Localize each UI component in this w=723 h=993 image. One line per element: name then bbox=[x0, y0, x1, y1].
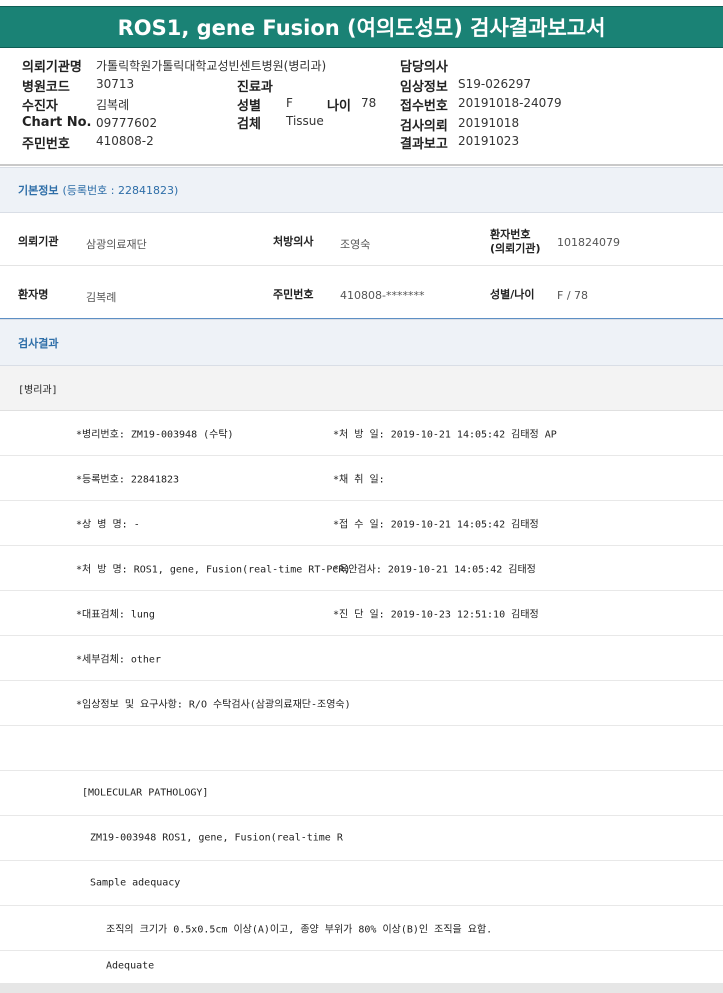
result-row: *상 병 명: - *접 수 일: 2019-10-21 14:05:42 김태… bbox=[0, 501, 723, 546]
chart-no-value: 09777602 bbox=[96, 116, 158, 130]
specimen-value: Tissue bbox=[286, 114, 324, 128]
id-label: 주민번호 bbox=[22, 137, 70, 152]
result-left: *대표검체: lung bbox=[76, 609, 155, 621]
blank-row bbox=[0, 726, 723, 771]
req-date-label: 검사의뢰 bbox=[400, 119, 448, 134]
patient-name-value: 김복례 bbox=[86, 291, 117, 304]
basic-info-row-2: 환자명 김복례 주민번호 410808-******* 성별/나이 F / 78 bbox=[0, 266, 723, 318]
mol-line: ZM19-003948 ROS1, gene, Fusion(real-time… bbox=[90, 832, 343, 844]
req-inst-label: 의뢰기관 bbox=[18, 235, 59, 248]
result-right: *접 수 일: 2019-10-21 14:05:42 김태정 bbox=[333, 519, 539, 531]
prescriber-label: 처방의사 bbox=[273, 235, 314, 248]
resident-id-value: 410808-******* bbox=[340, 289, 425, 302]
adequacy-note: 조직의 크기가 0.5x0.5cm 이상(A)이고, 종양 부위가 80% 이상… bbox=[106, 924, 493, 936]
result-right: *처 방 일: 2019-10-21 14:05:42 김태정 AP bbox=[333, 429, 557, 441]
req-inst-value: 삼광의료재단 bbox=[86, 238, 147, 251]
chart-no-label: Chart No. bbox=[22, 115, 92, 130]
header-divider bbox=[0, 164, 723, 166]
results-header: 검사결과 bbox=[0, 319, 723, 366]
registration-number: (등록번호 : 22841823) bbox=[62, 184, 179, 197]
recv-no-value: 20191018-24079 bbox=[458, 96, 562, 110]
report-title: ROS1, gene Fusion (여의도성모) 검사결과보고서 bbox=[0, 6, 723, 48]
mol-line-row: ZM19-003948 ROS1, gene, Fusion(real-time… bbox=[0, 816, 723, 861]
results-dept: [병리과] bbox=[18, 384, 58, 396]
recv-no-label: 접수번호 bbox=[400, 99, 448, 114]
adequacy-label-row: Sample adequacy bbox=[0, 861, 723, 906]
adequacy-label: Sample adequacy bbox=[90, 877, 181, 889]
result-right: *채 취 일: bbox=[333, 474, 385, 486]
clin-info-label: 임상정보 bbox=[400, 80, 448, 95]
age-label: 나이 bbox=[327, 99, 351, 114]
result-right: *육안검사: 2019-10-21 14:05:42 김태정 bbox=[333, 564, 536, 576]
result-row: *처 방 명: ROS1, gene, Fusion(real-time RT-… bbox=[0, 546, 723, 591]
result-right: *진 단 일: 2019-10-23 12:51:10 김태정 bbox=[333, 609, 539, 621]
req-date-value: 20191018 bbox=[458, 116, 520, 130]
patient-name-label: 환자명 bbox=[18, 288, 49, 301]
result-row: *등록번호: 22841823 *채 취 일: bbox=[0, 456, 723, 501]
adequacy-note-row: 조직의 크기가 0.5x0.5cm 이상(A)이고, 종양 부위가 80% 이상… bbox=[0, 906, 723, 951]
result-row: *병리번호: ZM19-003948 (수탁) *처 방 일: 2019-10-… bbox=[0, 411, 723, 456]
result-left: *세부검체: other bbox=[76, 654, 161, 666]
patient-label: 수진자 bbox=[22, 99, 58, 114]
results-title: 검사결과 bbox=[18, 336, 59, 350]
result-left: *처 방 명: ROS1, gene, Fusion(real-time RT-… bbox=[76, 564, 351, 576]
req-inst-value: 가톨릭학원가톨릭대학교성빈센트병원(병리과) bbox=[96, 59, 327, 73]
report-header: 의뢰기관명 가톨릭학원가톨릭대학교성빈센트병원(병리과) 담당의사 병원코드 3… bbox=[0, 52, 723, 162]
basic-info-row-1: 의뢰기관 삼광의료재단 처방의사 조영숙 환자번호 (의뢰기관) 1018240… bbox=[0, 214, 723, 266]
id-value: 410808-2 bbox=[96, 134, 154, 148]
patient-no-value: 101824079 bbox=[557, 236, 620, 249]
result-left: *병리번호: ZM19-003948 (수탁) bbox=[76, 429, 234, 441]
prescriber-value: 조영숙 bbox=[340, 238, 371, 251]
patient-value: 김복례 bbox=[96, 98, 130, 112]
age-value: 78 bbox=[361, 96, 377, 110]
sex-age-label: 성별/나이 bbox=[490, 288, 535, 301]
hosp-code-label: 병원코드 bbox=[22, 80, 70, 95]
sex-value: F bbox=[286, 96, 293, 110]
result-left: *등록번호: 22841823 bbox=[76, 474, 180, 486]
doctor-label: 담당의사 bbox=[400, 60, 448, 75]
basic-info-header: 기본정보 (등록번호 : 22841823) bbox=[0, 167, 723, 213]
result-row: *임상정보 및 요구사항: R/O 수탁검사(삼광의료재단-조영숙) bbox=[0, 681, 723, 726]
resident-id-label: 주민번호 bbox=[273, 288, 314, 301]
mol-heading-row: [MOLECULAR PATHOLOGY] bbox=[0, 771, 723, 816]
horizontal-scrollbar[interactable] bbox=[0, 983, 723, 993]
patient-no-label-line2: (의뢰기관) bbox=[490, 242, 541, 255]
results-dept-row: [병리과] bbox=[0, 366, 723, 411]
hosp-code-value: 30713 bbox=[96, 77, 135, 91]
patient-no-label: 환자번호 (의뢰기관) bbox=[490, 228, 541, 256]
mol-heading: [MOLECULAR PATHOLOGY] bbox=[82, 787, 209, 799]
sex-age-value: F / 78 bbox=[557, 289, 589, 302]
basic-info-title: 기본정보 bbox=[18, 184, 59, 197]
adequacy-value: Adequate bbox=[106, 960, 155, 972]
clin-info-value: S19-026297 bbox=[458, 77, 532, 91]
specimen-label: 검체 bbox=[237, 117, 261, 132]
result-row: *세부검체: other bbox=[0, 636, 723, 681]
report-date-label: 결과보고 bbox=[400, 137, 448, 152]
adequacy-value-row: Adequate bbox=[0, 949, 723, 983]
patient-no-label-line1: 환자번호 bbox=[490, 228, 531, 241]
dept-label: 진료과 bbox=[237, 80, 273, 95]
result-left: *상 병 명: - bbox=[76, 519, 140, 531]
sex-label: 성별 bbox=[237, 99, 261, 114]
req-inst-label: 의뢰기관명 bbox=[22, 60, 82, 75]
result-left: *임상정보 및 요구사항: R/O 수탁검사(삼광의료재단-조영숙) bbox=[76, 699, 351, 711]
report-date-value: 20191023 bbox=[458, 134, 520, 148]
result-row: *대표검체: lung *진 단 일: 2019-10-23 12:51:10 … bbox=[0, 591, 723, 636]
